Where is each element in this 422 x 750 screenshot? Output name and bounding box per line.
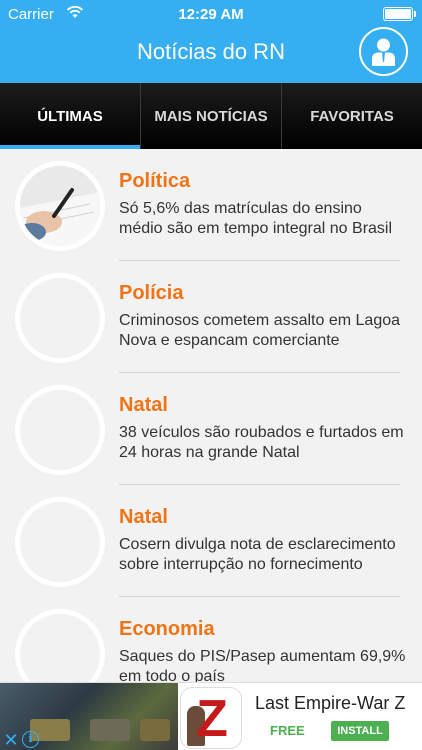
ad-price: FREE xyxy=(270,723,305,738)
news-summary: Só 5,6% das matrículas do ensino médio s… xyxy=(119,200,393,237)
news-item[interactable]: Natal 38 veículos são roubados e furtado… xyxy=(0,373,422,485)
news-list: Política Só 5,6% das matrículas do ensin… xyxy=(0,149,422,682)
news-item[interactable]: Economia Saques do PIS/Pasep aumentam 69… xyxy=(0,597,422,682)
info-icon[interactable]: i xyxy=(22,731,39,748)
news-item[interactable]: Polícia Criminosos cometem assalto em La… xyxy=(0,261,422,373)
news-category: Economia xyxy=(119,618,215,640)
news-thumbnail xyxy=(15,609,105,682)
ad-banner[interactable]: ✕ i Z Last Empire-War Z FREE INSTALL xyxy=(0,682,422,750)
tab-ultimas[interactable]: ÚLTIMAS xyxy=(0,83,141,149)
ad-app-icon: Z xyxy=(180,687,242,749)
tab-favoritas[interactable]: FAVORITAS xyxy=(282,83,422,149)
news-item[interactable]: Natal Cosern divulga nota de esclarecime… xyxy=(0,485,422,597)
news-item[interactable]: Política Só 5,6% das matrículas do ensin… xyxy=(0,149,422,261)
status-bar: Carrier 12:29 AM xyxy=(0,0,422,28)
news-thumbnail xyxy=(15,273,105,363)
news-summary: Criminosos cometem assalto em Lagoa Nova… xyxy=(119,312,401,349)
install-button[interactable]: INSTALL xyxy=(331,721,389,741)
news-category: Polícia xyxy=(119,282,184,304)
news-category: Política xyxy=(119,170,191,192)
news-category: Natal xyxy=(119,506,168,528)
tab-bar: ÚLTIMAS MAIS NOTÍCIAS FAVORITAS xyxy=(0,83,422,149)
ad-vehicle xyxy=(140,719,170,741)
news-thumbnail xyxy=(15,385,105,475)
writing-hand-photo xyxy=(20,166,100,246)
profile-button[interactable] xyxy=(359,27,408,76)
news-summary: 38 veículos são roubados e furtados em 2… xyxy=(119,424,404,461)
tab-mais-noticias[interactable]: MAIS NOTÍCIAS xyxy=(141,83,282,149)
ad-vehicle xyxy=(90,719,130,741)
user-profile-icon xyxy=(372,38,395,66)
battery-icon xyxy=(383,7,416,21)
news-thumbnail xyxy=(15,161,105,251)
ad-title[interactable]: Last Empire-War Z xyxy=(255,693,405,714)
close-icon[interactable]: ✕ xyxy=(2,731,20,749)
news-summary: Cosern divulga nota de esclarecimento so… xyxy=(119,536,396,573)
news-thumbnail xyxy=(15,497,105,587)
clock: 12:29 AM xyxy=(178,6,244,23)
news-category: Natal xyxy=(119,394,168,416)
news-summary: Saques do PIS/Pasep aumentam 69,9% em to… xyxy=(119,648,406,682)
app-header: Carrier 12:29 AM Notícias do RN xyxy=(0,0,422,83)
